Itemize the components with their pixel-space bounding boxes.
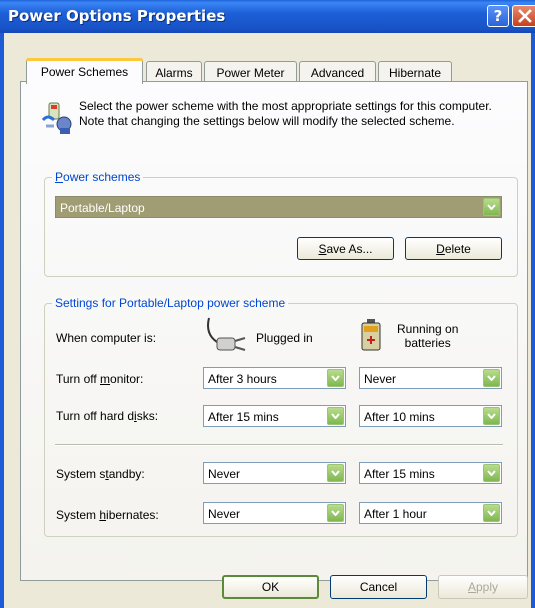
dropdown-arrow-icon[interactable] — [483, 198, 500, 216]
turn-off-monitor-label: Turn off monitor: — [56, 372, 144, 386]
hibernates-plugged-dropdown[interactable]: Never — [203, 502, 346, 524]
running-on-batteries-label: Running on batteries — [397, 322, 459, 350]
plug-icon — [207, 317, 246, 351]
power-scheme-icon — [41, 102, 72, 134]
settings-group-label: Settings for Portable/Laptop power schem… — [52, 296, 289, 310]
standby-plugged-dropdown[interactable]: Never — [203, 462, 346, 484]
dropdown-arrow-icon[interactable] — [327, 504, 344, 522]
help-icon: ? — [493, 7, 503, 25]
tab-label: Advanced — [310, 65, 365, 80]
dropdown-arrow-icon[interactable] — [327, 464, 344, 482]
tab-hibernate[interactable]: Hibernate — [378, 61, 452, 83]
hard-disks-plugged-dropdown[interactable]: After 15 mins — [203, 405, 346, 427]
close-button[interactable] — [512, 5, 535, 27]
tab-power-schemes[interactable]: Power Schemes — [26, 58, 143, 84]
tab-advanced[interactable]: Advanced — [299, 61, 376, 83]
dropdown-value: Never — [364, 372, 397, 386]
plugged-in-label: Plugged in — [256, 331, 313, 345]
title-bar[interactable]: Power Options Properties ? — [0, 0, 535, 33]
dropdown-value: After 10 mins — [364, 410, 435, 424]
dropdown-arrow-icon[interactable] — [327, 369, 344, 387]
dropdown-value: After 15 mins — [208, 410, 279, 424]
tab-alarms[interactable]: Alarms — [146, 61, 202, 83]
tab-label: Power Schemes — [40, 64, 129, 79]
cancel-button[interactable]: Cancel — [330, 575, 427, 599]
tab-power-meter[interactable]: Power Meter — [204, 61, 297, 83]
tab-label: Power Meter — [216, 65, 285, 80]
tab-label: Alarms — [155, 65, 193, 80]
when-computer-label: When computer is: — [56, 331, 157, 345]
dropdown-value: Never — [208, 467, 241, 481]
dropdown-arrow-icon[interactable] — [483, 504, 500, 522]
monitor-plugged-dropdown[interactable]: After 3 hours — [203, 367, 346, 389]
help-button[interactable]: ? — [487, 5, 509, 27]
power-scheme-dropdown[interactable]: Portable/Laptop — [55, 196, 502, 218]
dropdown-arrow-icon[interactable] — [327, 407, 344, 425]
dropdown-value: Never — [208, 507, 241, 521]
dropdown-arrow-icon[interactable] — [483, 407, 500, 425]
ok-button[interactable]: OK — [222, 575, 319, 599]
power-schemes-group — [44, 177, 518, 277]
settings-divider — [55, 444, 503, 446]
hibernates-battery-dropdown[interactable]: After 1 hour — [359, 502, 502, 524]
system-hibernates-label: System hibernates: — [56, 508, 159, 522]
close-icon — [518, 9, 532, 23]
dropdown-value: After 1 hour — [364, 507, 427, 521]
hard-disks-battery-dropdown[interactable]: After 10 mins — [359, 405, 502, 427]
battery-icon — [361, 319, 381, 351]
intro-text: Select the power scheme with the most ap… — [79, 99, 492, 128]
turn-off-hard-disks-label: Turn off hard disks: — [56, 409, 159, 423]
power-scheme-value: Portable/Laptop — [60, 201, 145, 215]
tab-label: Hibernate — [388, 65, 442, 80]
window-frame-right — [531, 33, 535, 608]
save-as-button[interactable]: Save As... — [297, 237, 394, 260]
dropdown-value: After 15 mins — [364, 467, 435, 481]
monitor-battery-dropdown[interactable]: Never — [359, 367, 502, 389]
ok-label: OK — [261, 580, 280, 594]
apply-button[interactable]: Apply — [438, 575, 528, 599]
dropdown-value: After 3 hours — [208, 372, 277, 386]
window-title: Power Options Properties — [8, 7, 226, 25]
standby-battery-dropdown[interactable]: After 15 mins — [359, 462, 502, 484]
dropdown-arrow-icon[interactable] — [483, 464, 500, 482]
power-schemes-group-label: Power schemes — [52, 170, 144, 184]
dropdown-arrow-icon[interactable] — [483, 369, 500, 387]
delete-button[interactable]: Delete — [405, 237, 502, 260]
cancel-label: Cancel — [359, 580, 398, 594]
window-frame-left — [0, 33, 4, 608]
system-standby-label: System standby: — [56, 467, 145, 481]
